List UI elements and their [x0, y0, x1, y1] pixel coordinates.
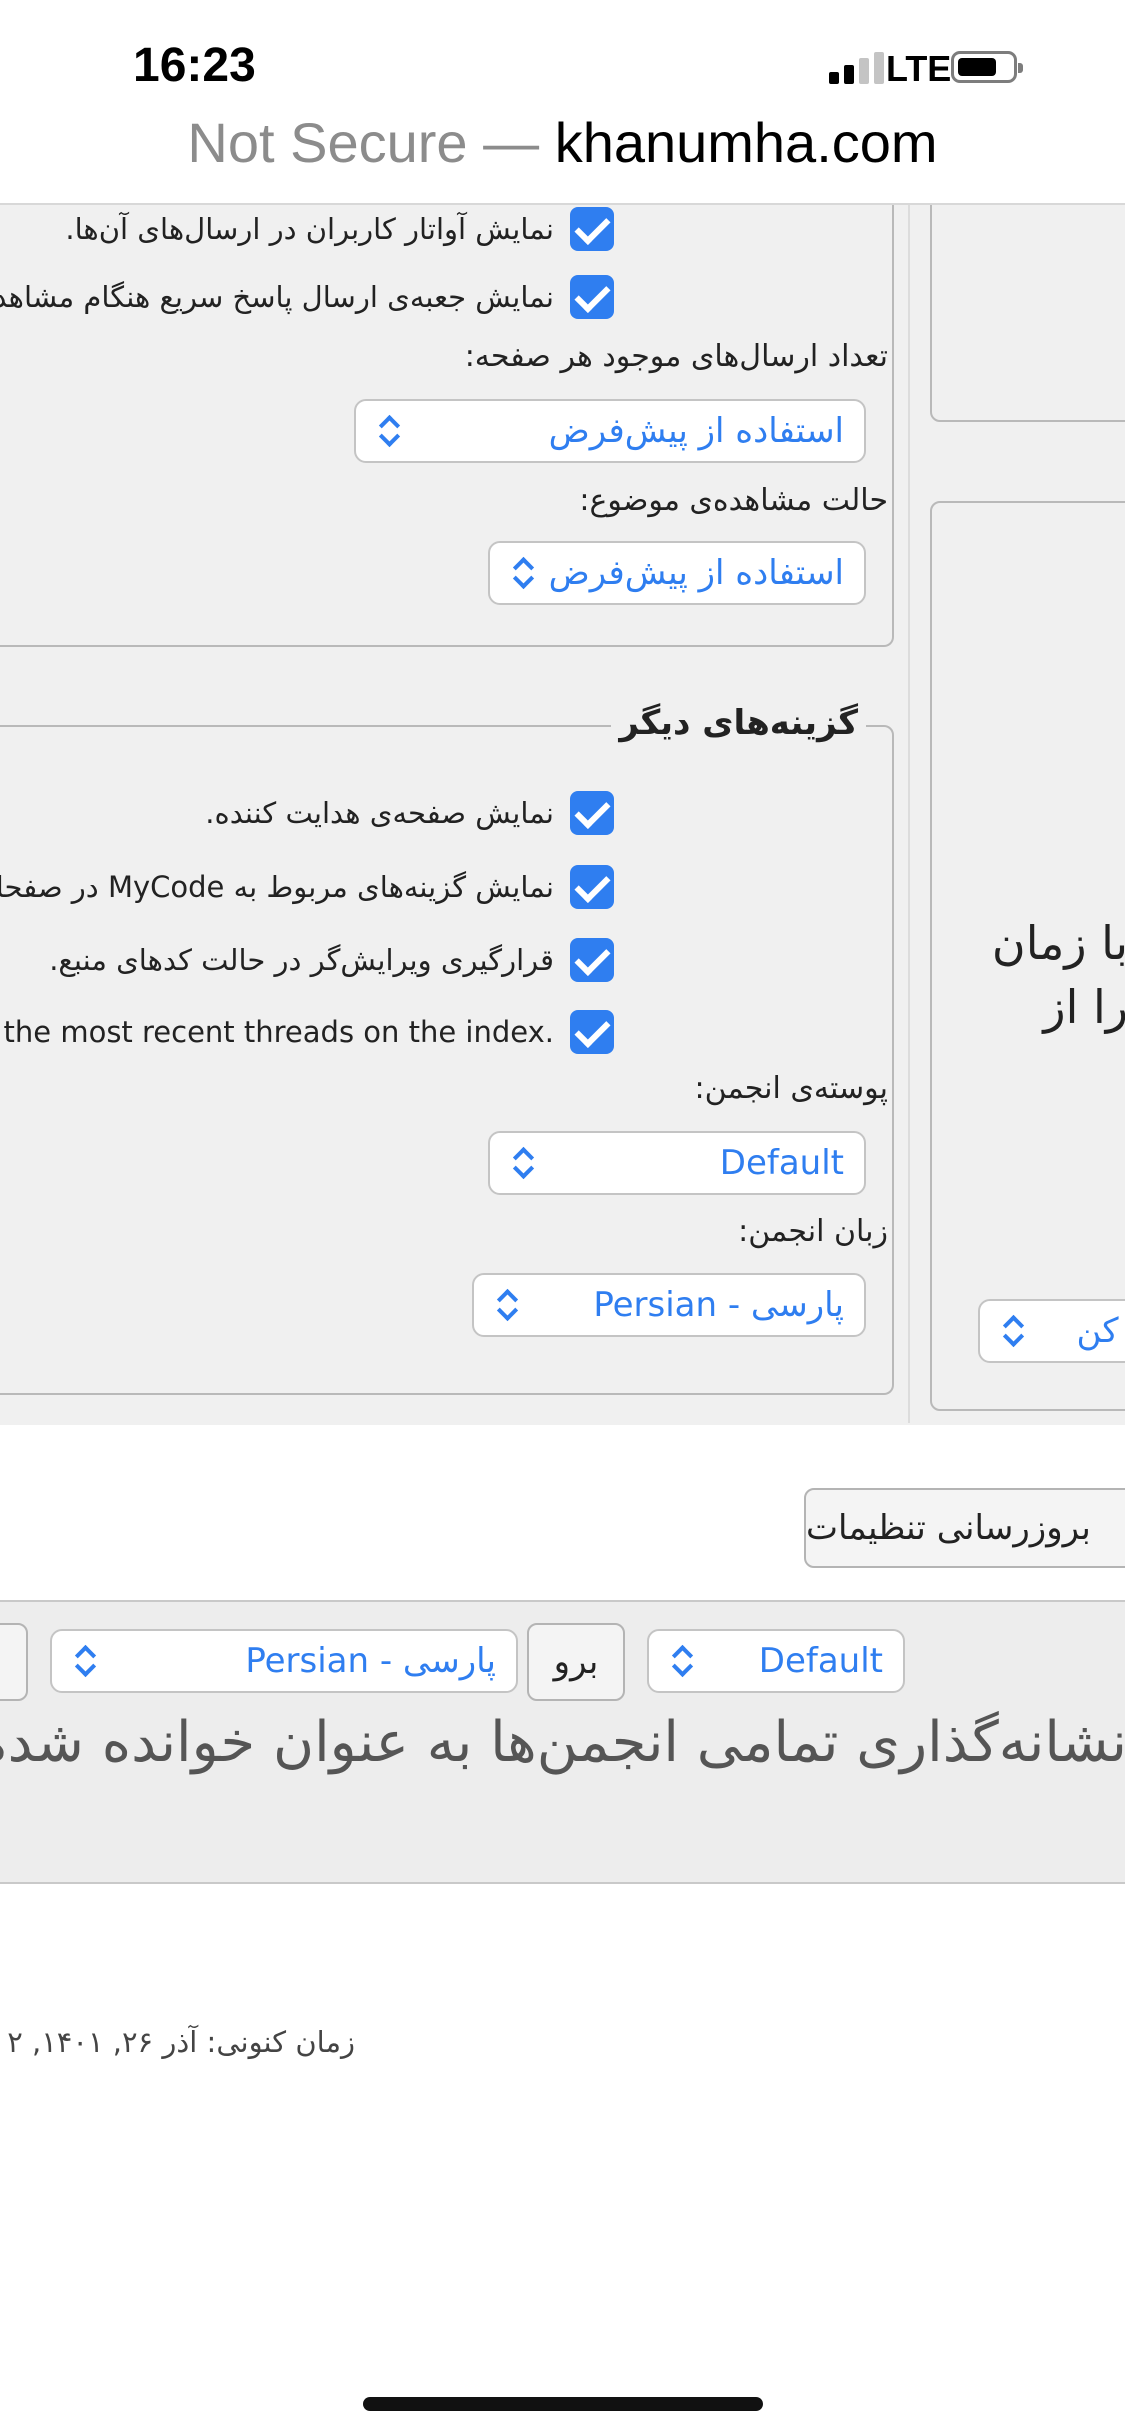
thread-view-label: حالت مشاهده‌ی موضوع: [579, 483, 888, 518]
option-show-avatars[interactable]: نمایش آواتار کاربران در ارسال‌های آن‌ها. [65, 207, 614, 251]
select-value: Default [758, 1641, 883, 1681]
browser-chrome: 16:23 LTE Not Secure — khanumha.com [0, 0, 1125, 205]
security-warning: Not Secure — [187, 111, 540, 174]
theme-label: پوسته‌ی انجمن: [694, 1071, 888, 1106]
time-settings-text: با زمان را از [928, 911, 1125, 1039]
option-show-mycode[interactable]: نمایش گزینه‌های مربوط به MyCode در صفحات… [0, 865, 614, 909]
option-recent-threads[interactable]: Show the most recent threads on the inde… [0, 1010, 614, 1054]
time-settings-line: را از [1043, 980, 1125, 1034]
checkbox-checked-icon[interactable] [570, 275, 614, 319]
option-label: نمایش صفحه‌ی هدایت کننده. [205, 796, 554, 830]
checkbox-checked-icon[interactable] [570, 938, 614, 982]
update-settings-button[interactable]: بروزرسانی تنظیمات [804, 1488, 1125, 1568]
time-settings-line: با زمان [991, 916, 1125, 970]
select-value: پارسی - Persian [245, 1641, 496, 1681]
option-show-redirect[interactable]: نمایش صفحه‌ی هدایت کننده. [205, 791, 614, 835]
checkbox-checked-icon[interactable] [570, 791, 614, 835]
right-panel-top [930, 205, 1125, 422]
site-domain: khanumha.com [554, 111, 938, 174]
current-time: زمان کنونی: آذر ۲۶, ۱۴۰۱, ۲ [7, 2025, 355, 2059]
select-value: استفاده از پیش‌فرض [548, 411, 844, 451]
option-label: نمایش آواتار کاربران در ارسال‌های آن‌ها. [65, 212, 554, 246]
select-chevron-icon [1000, 1313, 1026, 1349]
footer-theme-select[interactable]: Default [647, 1629, 905, 1693]
page-content: نمایش آواتار کاربران در ارسال‌های آن‌ها.… [0, 205, 1125, 2436]
select-chevron-icon [510, 555, 536, 591]
checkbox-checked-icon[interactable] [570, 1010, 614, 1054]
network-type: LTE [886, 48, 952, 89]
select-value: ی کن [1076, 1311, 1125, 1351]
select-chevron-icon [72, 1643, 98, 1679]
option-label: نمایش جعبه‌ی ارسال پاسخ سریع هنگام مشاهد… [0, 280, 554, 314]
other-options-fieldset: گزینه‌های دیگر نمایش صفحه‌ی هدایت کننده.… [0, 703, 894, 1395]
select-value: Default [719, 1143, 844, 1183]
thread-view-select[interactable]: استفاده از پیش‌فرض [488, 541, 866, 605]
checkbox-checked-icon[interactable] [570, 865, 614, 909]
option-quick-reply[interactable]: نمایش جعبه‌ی ارسال پاسخ سریع هنگام مشاهد… [0, 275, 614, 319]
select-chevron-icon [669, 1643, 695, 1679]
home-indicator [363, 2397, 763, 2411]
status-time: 16:23 [133, 39, 256, 92]
battery-icon [951, 51, 1023, 83]
mark-all-read-link[interactable]: نشانه‌گذاری تمامی انجمن‌ها به عنوان خوان… [0, 1710, 1125, 1775]
checkbox-checked-icon[interactable] [570, 207, 614, 251]
select-chevron-icon [376, 413, 402, 449]
option-source-mode[interactable]: قرارگیری ویرایش‌گر در حالت کدهای منبع. [49, 938, 614, 982]
select-value: استفاده از پیش‌فرض [548, 553, 844, 593]
option-label: قرارگیری ویرایش‌گر در حالت کدهای منبع. [49, 943, 554, 977]
select-value: پارسی - Persian [593, 1285, 844, 1325]
posts-per-page-label: تعداد ارسال‌های موجود هر صفحه: [464, 339, 888, 374]
column-divider [908, 205, 910, 1423]
language-label: زبان انجمن: [738, 1214, 888, 1249]
theme-select[interactable]: Default [488, 1131, 866, 1195]
right-panel-time: با زمان را از [930, 501, 1125, 1411]
go-button[interactable]: برو [527, 1623, 625, 1701]
select-chevron-icon [494, 1287, 520, 1323]
language-select[interactable]: پارسی - Persian [472, 1273, 866, 1337]
cellular-signal-icon [829, 52, 885, 84]
posts-per-page-select[interactable]: استفاده از پیش‌فرض [354, 399, 866, 463]
footer-language-select[interactable]: پارسی - Persian [50, 1629, 518, 1693]
address-bar[interactable]: Not Secure — khanumha.com [0, 110, 1125, 175]
select-chevron-icon [510, 1145, 536, 1181]
thread-view-options: نمایش آواتار کاربران در ارسال‌های آن‌ها.… [0, 205, 894, 647]
option-label: Show the most recent threads on the inde… [0, 1015, 554, 1049]
option-label: نمایش گزینه‌های مربوط به MyCode در صفحات… [0, 870, 554, 904]
fieldset-legend: گزینه‌های دیگر [611, 703, 866, 743]
footer-go-button-partial[interactable] [0, 1623, 28, 1701]
timezone-select[interactable]: ی کن [978, 1299, 1125, 1363]
